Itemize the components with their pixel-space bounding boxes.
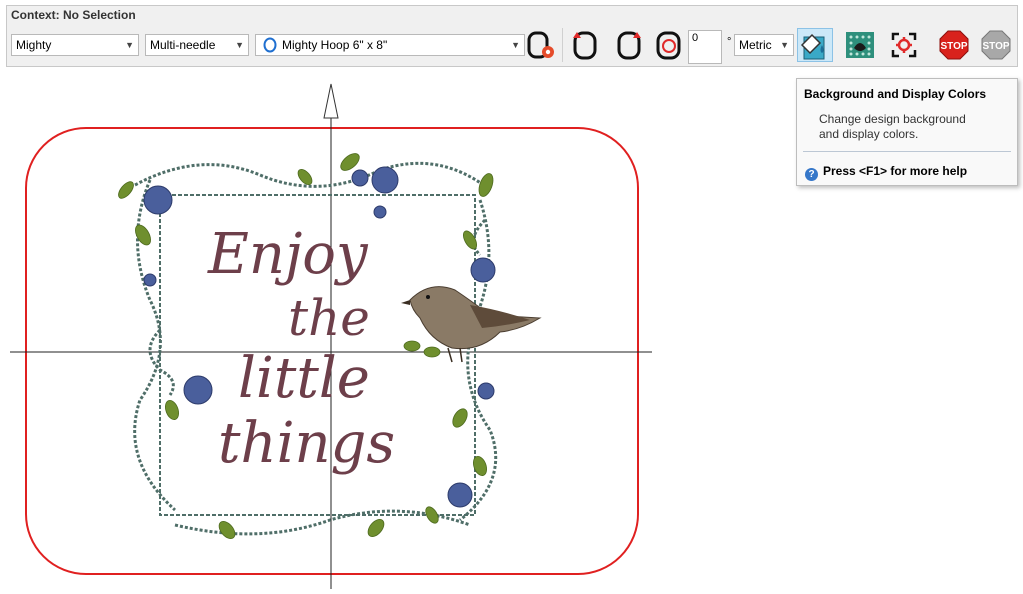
center-hoop-icon — [891, 32, 917, 58]
stop-disabled-button[interactable]: STOP — [979, 28, 1013, 62]
design-text-line4: things — [218, 411, 395, 476]
rotate-right-icon — [617, 31, 641, 60]
design-text-line1: Enjoy — [207, 222, 369, 287]
design-canvas[interactable]: Enjoy the little things — [0, 70, 1023, 590]
rotate-left-button[interactable] — [568, 28, 602, 62]
embroidery-design[interactable]: Enjoy the little things — [116, 150, 542, 541]
svg-text:STOP: STOP — [940, 41, 967, 52]
hoop-icon — [263, 37, 277, 53]
machine-type-dropdown[interactable]: Multi-needle ▼ — [145, 34, 249, 56]
stop-icon: STOP — [939, 30, 969, 60]
stitch-view-button[interactable] — [843, 28, 877, 62]
rotate-custom-button[interactable] — [652, 28, 686, 62]
hoop-value: Mighty Hoop 6" x 8" — [282, 38, 388, 52]
chevron-down-icon: ▼ — [511, 40, 520, 50]
machine-brand-value: Mighty — [16, 38, 52, 52]
machine-brand-dropdown[interactable]: Mighty ▼ — [11, 34, 139, 56]
rotate-custom-icon — [656, 31, 681, 60]
hoop-orientation-arrow — [323, 83, 339, 119]
units-dropdown[interactable]: Metric ▼ — [734, 34, 794, 56]
background-display-colors-button[interactable] — [797, 28, 833, 62]
stop-button[interactable]: STOP — [937, 28, 971, 62]
stitch-view-icon — [846, 32, 874, 58]
hoop-settings-icon — [527, 31, 554, 59]
hoop-dropdown[interactable]: Mighty Hoop 6" x 8" ▼ — [255, 34, 525, 56]
chevron-down-icon: ▼ — [125, 40, 134, 50]
center-hoop-button[interactable] — [887, 28, 921, 62]
stop-disabled-icon: STOP — [981, 30, 1011, 60]
chevron-down-icon: ▼ — [780, 40, 789, 50]
rotate-right-button[interactable] — [612, 28, 646, 62]
background-display-colors-icon — [800, 33, 825, 60]
units-value: Metric — [739, 38, 772, 52]
toolbar-separator — [562, 28, 563, 62]
machine-type-value: Multi-needle — [150, 38, 216, 52]
rotate-left-icon — [573, 31, 597, 60]
bird-motif — [401, 286, 542, 363]
degree-symbol: ° — [727, 36, 732, 48]
context-label: Context: No Selection — [11, 8, 136, 22]
hoop-settings-button[interactable] — [525, 28, 559, 62]
context-toolbar: Context: No Selection Mighty ▼ Multi-nee… — [6, 5, 1018, 67]
svg-text:STOP: STOP — [982, 41, 1009, 52]
design-text-line3: little — [238, 346, 370, 411]
rotation-angle-input[interactable]: 0 — [688, 30, 722, 64]
design-text-line2: the — [288, 289, 370, 347]
chevron-down-icon: ▼ — [235, 40, 244, 50]
